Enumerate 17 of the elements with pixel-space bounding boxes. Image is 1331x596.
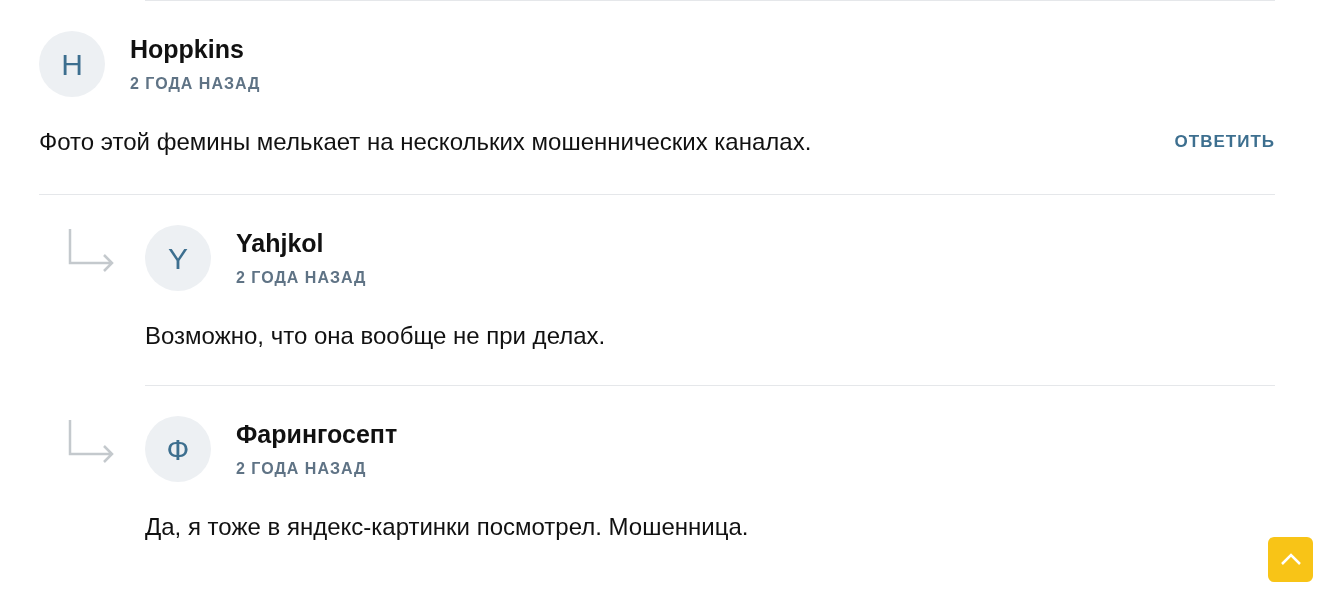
comment-text: Возможно, что она вообще не при делах.: [145, 322, 606, 349]
author-name: Фарингосепт: [236, 419, 398, 449]
avatar: Y: [145, 225, 211, 291]
author-name: Yahjkol: [236, 228, 325, 258]
comment-text: Фото этой фемины мелькает на нескольких мошеннических каналах.: [39, 127, 812, 157]
chevron-up-icon: [1279, 553, 1302, 566]
scroll-to-top-button[interactable]: [1268, 537, 1313, 582]
reply-link[interactable]: ОТВЕТИТЬ: [1174, 129, 1275, 155]
comment-text: Да, я тоже в яндекс-картинки посмотрел. Мошенница.: [145, 513, 749, 540]
reply-arrow-icon: [68, 418, 116, 464]
author-name: Hoppkins: [130, 34, 245, 64]
comment-time: 2 ГОДА НАЗАД: [236, 268, 367, 288]
avatar: Ф: [145, 416, 211, 482]
comment-time: 2 ГОДА НАЗАД: [236, 459, 368, 479]
avatar: H: [39, 31, 105, 97]
comment-time: 2 ГОДА НАЗАД: [130, 74, 261, 94]
reply-arrow-icon: [68, 227, 116, 273]
